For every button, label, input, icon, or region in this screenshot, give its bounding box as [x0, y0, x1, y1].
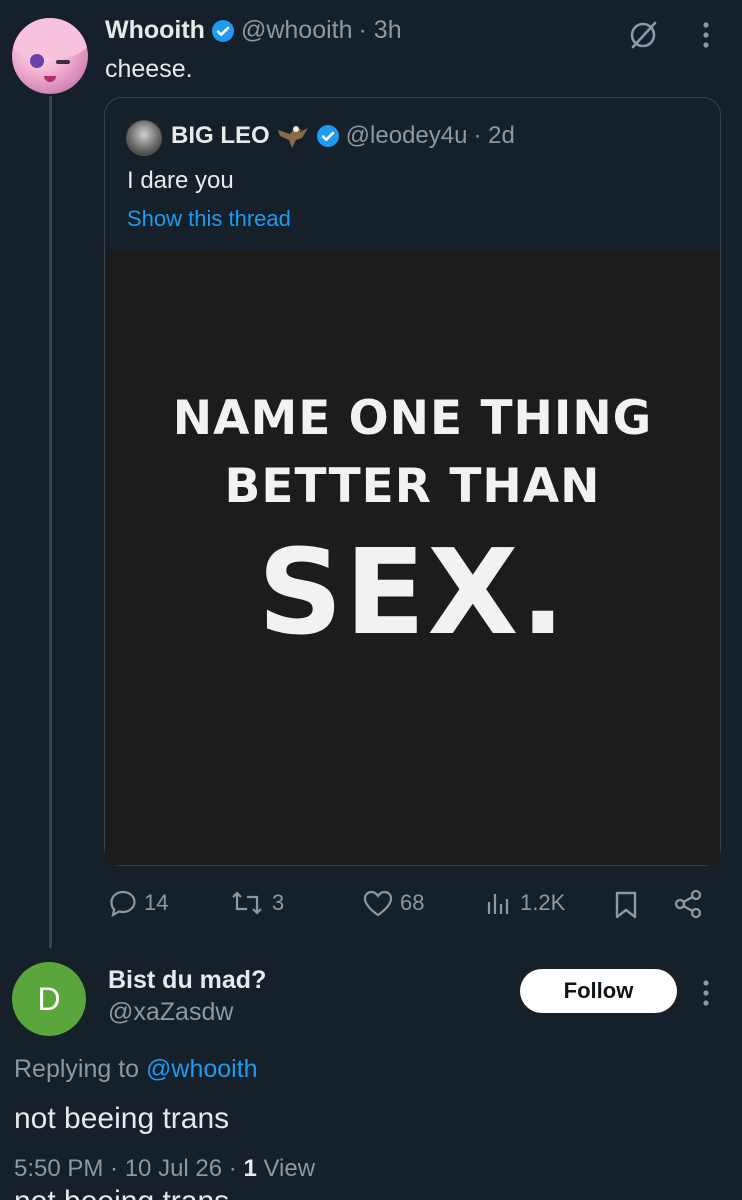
reply-avatar[interactable]: D [12, 962, 86, 1036]
retweet-icon [232, 891, 262, 915]
show-thread-link[interactable]: Show this thread [127, 206, 291, 232]
retweet-action[interactable]: 3 [228, 888, 284, 918]
reply-icon [110, 890, 136, 918]
quoted-image[interactable]: NAME ONE THING BETTER THAN SEX. [105, 251, 720, 865]
views-action[interactable]: 1.2K [484, 888, 565, 918]
quoted-handle[interactable]: @leodey4u [346, 122, 468, 150]
reply-action[interactable]: 14 [108, 888, 168, 918]
reply-view-label: View [256, 1155, 316, 1182]
tweet-text: cheese. [105, 55, 193, 83]
cut-off-text-container: not beeing trans [14, 1187, 314, 1200]
replying-to-label: Replying to [14, 1055, 147, 1083]
reply-text: not beeing trans [14, 1102, 230, 1135]
verified-badge-icon [316, 125, 339, 147]
quoted-time: · 2d [473, 122, 515, 149]
avatar-letter: D [37, 980, 61, 1017]
analytics-icon [487, 894, 509, 914]
verified-badge-icon [211, 19, 234, 42]
like-action[interactable]: 68 [362, 888, 424, 918]
more-options-icon[interactable] [700, 978, 712, 1008]
view-count: 1.2K [520, 890, 566, 915]
retweet-count: 3 [272, 890, 285, 915]
image-text-line3: SEX. [257, 523, 568, 661]
image-text-line2: BETTER THAN [224, 459, 601, 514]
avatar[interactable] [12, 18, 88, 94]
quoted-display-name[interactable]: BIG LEO [171, 122, 270, 150]
grok-icon[interactable] [626, 18, 660, 52]
eagle-icon [277, 126, 308, 148]
thread-line [49, 96, 52, 948]
display-name[interactable]: Whooith [105, 16, 205, 45]
reply-display-name[interactable]: Bist du mad? [108, 966, 266, 995]
reply-meta: 5:50 PM · 10 Jul 26 · 1 View [14, 1155, 315, 1183]
reply-count: 14 [144, 890, 169, 915]
quoted-text: I dare you [127, 167, 234, 194]
reply-handle[interactable]: @xaZasdw [108, 998, 233, 1027]
reply-timestamp[interactable]: 5:50 PM · 10 Jul 26 · [14, 1155, 243, 1182]
tweet-header: Whooith @whooith · 3h [105, 16, 402, 45]
user-handle[interactable]: @whooith [241, 16, 353, 45]
quoted-header: BIG LEO @leodey4u · 2d [171, 122, 515, 150]
share-icon[interactable] [672, 888, 704, 920]
reply-view-count: 1 [243, 1155, 257, 1182]
more-options-icon[interactable] [700, 20, 712, 50]
cut-off-text: not beeing trans [14, 1187, 314, 1200]
follow-button[interactable]: Follow [520, 969, 677, 1013]
replying-to-handle[interactable]: @whooith [146, 1055, 258, 1083]
image-text-line1: NAME ONE THING [172, 391, 653, 446]
heart-icon [363, 890, 393, 917]
quoted-avatar[interactable] [126, 120, 162, 156]
like-count: 68 [400, 890, 425, 915]
replying-to: Replying to @whooith [14, 1055, 258, 1084]
bookmark-icon[interactable] [612, 890, 640, 920]
tweet-time: · 3h [358, 16, 402, 44]
